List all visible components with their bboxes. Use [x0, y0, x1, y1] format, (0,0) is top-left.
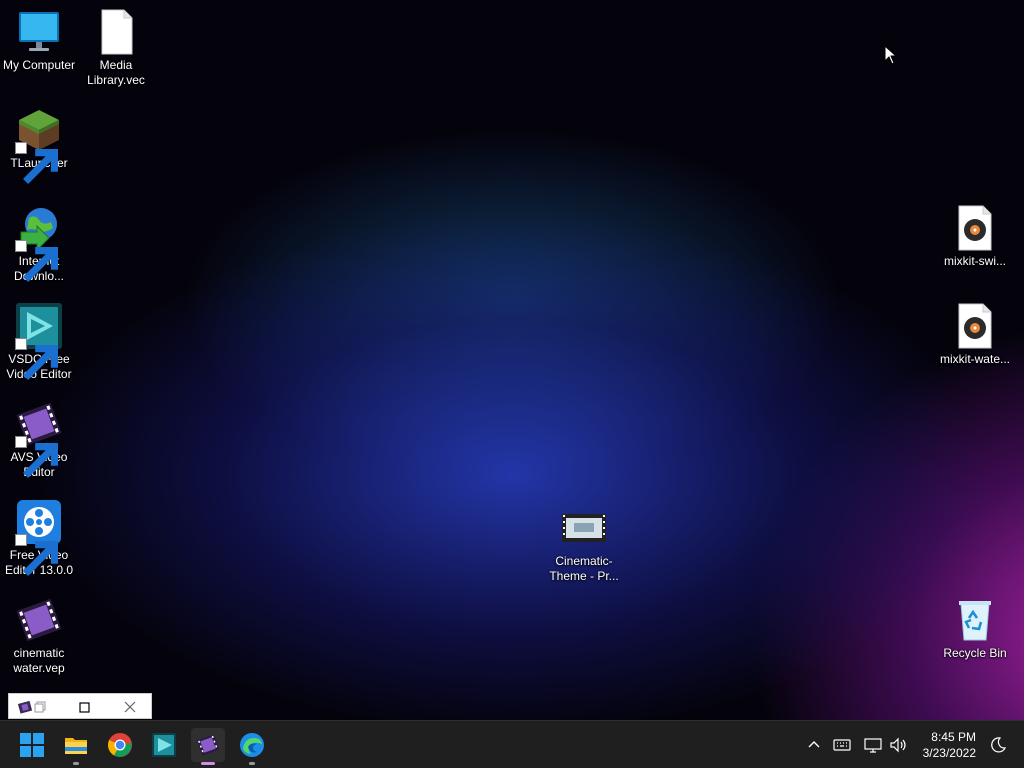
minimized-window-bar[interactable] [8, 693, 152, 719]
clock-date: 3/23/2022 [922, 746, 976, 760]
close-button[interactable] [121, 698, 139, 716]
active-indicator [201, 762, 215, 765]
shortcut-arrow-icon [15, 338, 58, 380]
desktop-icon-label: cinematic water.vep [13, 646, 65, 675]
recycle-bin-icon [951, 596, 999, 644]
document-icon [92, 8, 140, 56]
desktop-icon-label: Cinematic-Theme - Pr... [549, 554, 619, 583]
desktop-icon-label: My Computer [2, 58, 76, 72]
taskbar-chrome[interactable] [103, 728, 137, 762]
chrome-icon [108, 733, 132, 757]
chevron-up-icon [808, 741, 820, 748]
folder-icon [65, 738, 87, 754]
edge-icon [240, 733, 264, 757]
film-strip-icon [196, 734, 220, 756]
shortcut-arrow-icon [15, 534, 58, 576]
desktop-icon-mixkit-swi[interactable]: mixkit-swi... [936, 204, 1014, 269]
desktop-icon-free-video-editor[interactable]: Free Video Editor 13.0.0 [0, 498, 78, 578]
running-indicator [249, 762, 255, 765]
show-hidden-icons-button[interactable] [804, 735, 824, 755]
mouse-cursor-icon [884, 45, 898, 65]
shortcut-arrow-icon [15, 240, 58, 282]
taskbar-avs-video-editor[interactable] [191, 728, 225, 765]
windows-logo-icon [20, 733, 44, 757]
taskbar-file-explorer[interactable] [59, 728, 93, 765]
desktop-icon-media-library[interactable]: Media Library.vec [77, 8, 155, 88]
desktop-icon-cinematic-theme[interactable]: Cinematic-Theme - Pr... [545, 512, 623, 584]
desktop-icon-label: Recycle Bin [943, 646, 1007, 660]
taskbar: 8:45 PM 3/23/2022 [0, 720, 1024, 768]
vsdc-icon [152, 733, 176, 757]
focus-assist-icon[interactable] [988, 735, 1008, 755]
clock[interactable]: 8:45 PM 3/23/2022 [923, 729, 976, 761]
grass-block-icon [15, 106, 63, 184]
taskbar-edge[interactable] [235, 728, 269, 765]
desktop-icon-label: mixkit-wate... [939, 352, 1010, 366]
moon-icon [991, 737, 1007, 753]
desktop-icon-label: mixkit-swi... [944, 254, 1006, 268]
shortcut-arrow-icon [15, 436, 58, 478]
shortcut-arrow-icon [15, 142, 58, 184]
audio-file-icon [951, 302, 999, 350]
clock-time: 8:45 PM [931, 730, 976, 744]
desktop-icon-avs-video-editor[interactable]: AVS Video Editor [0, 400, 78, 480]
monitor-icon [15, 8, 63, 56]
keyboard-icon[interactable] [832, 735, 852, 755]
start-button[interactable] [15, 728, 49, 762]
desktop-icon-tlauncher[interactable]: TLauncher [0, 106, 78, 184]
video-file-icon [560, 512, 608, 544]
desktop-icon-vsdc[interactable]: VSDC Free Video Editor [0, 302, 78, 382]
audio-file-icon [951, 204, 999, 252]
film-strip-icon [15, 596, 63, 644]
film-reel-icon [15, 498, 63, 576]
taskbar-vsdc[interactable] [147, 728, 181, 762]
running-indicator [73, 762, 79, 765]
desktop-icon-recycle-bin[interactable]: Recycle Bin [936, 596, 1014, 661]
desktop-icon-mixkit-wate[interactable]: mixkit-wate... [936, 302, 1014, 367]
globe-download-icon [15, 204, 63, 282]
network-icon[interactable] [863, 735, 883, 755]
desktop-icon-cinematic-water[interactable]: cinematic water.vep [0, 596, 78, 676]
volume-icon[interactable] [888, 735, 908, 755]
maximize-button[interactable] [75, 698, 93, 716]
desktop[interactable]: My Computer Media Library.vec TLauncher … [0, 0, 1024, 720]
desktop-icon-my-computer[interactable]: My Computer [0, 8, 78, 73]
vsdc-icon [15, 302, 63, 380]
desktop-icon-internet-download-manager[interactable]: Internet Downlo... [0, 204, 78, 284]
restore-icon[interactable] [31, 698, 49, 716]
desktop-icon-label: Media Library.vec [87, 58, 145, 87]
film-strip-icon [15, 400, 63, 478]
